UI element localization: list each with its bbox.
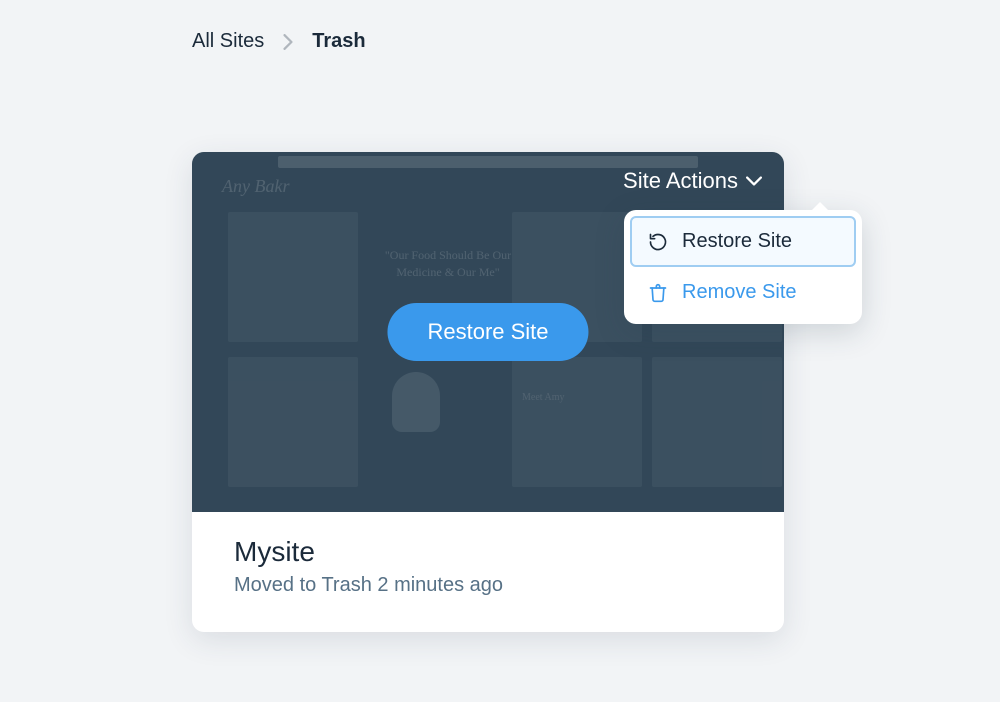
site-actions-dropdown: Restore Site Remove Site [624, 210, 862, 324]
breadcrumb-current: Trash [312, 30, 365, 53]
breadcrumb: All Sites Trash [192, 30, 366, 53]
chevron-right-icon [282, 34, 294, 50]
site-card-footer: Mysite Moved to Trash 2 minutes ago [192, 512, 784, 625]
undo-icon [648, 232, 668, 252]
chevron-down-icon [746, 176, 762, 186]
trash-icon [648, 283, 668, 303]
dropdown-remove-label: Remove Site [682, 281, 797, 304]
dropdown-restore-label: Restore Site [682, 230, 792, 253]
dropdown-arrow [810, 202, 830, 212]
restore-site-button[interactable]: Restore Site [387, 303, 588, 361]
dropdown-remove-site[interactable]: Remove Site [630, 267, 856, 318]
dropdown-restore-site[interactable]: Restore Site [630, 216, 856, 267]
site-status: Moved to Trash 2 minutes ago [234, 574, 746, 597]
site-name: Mysite [234, 536, 746, 568]
site-actions-label: Site Actions [623, 168, 738, 194]
breadcrumb-all-sites[interactable]: All Sites [192, 30, 264, 53]
site-thumbnail: Any Bakr "Our Food Should Be Our Medicin… [192, 152, 784, 512]
site-actions-dropdown-trigger[interactable]: Site Actions [623, 168, 762, 194]
